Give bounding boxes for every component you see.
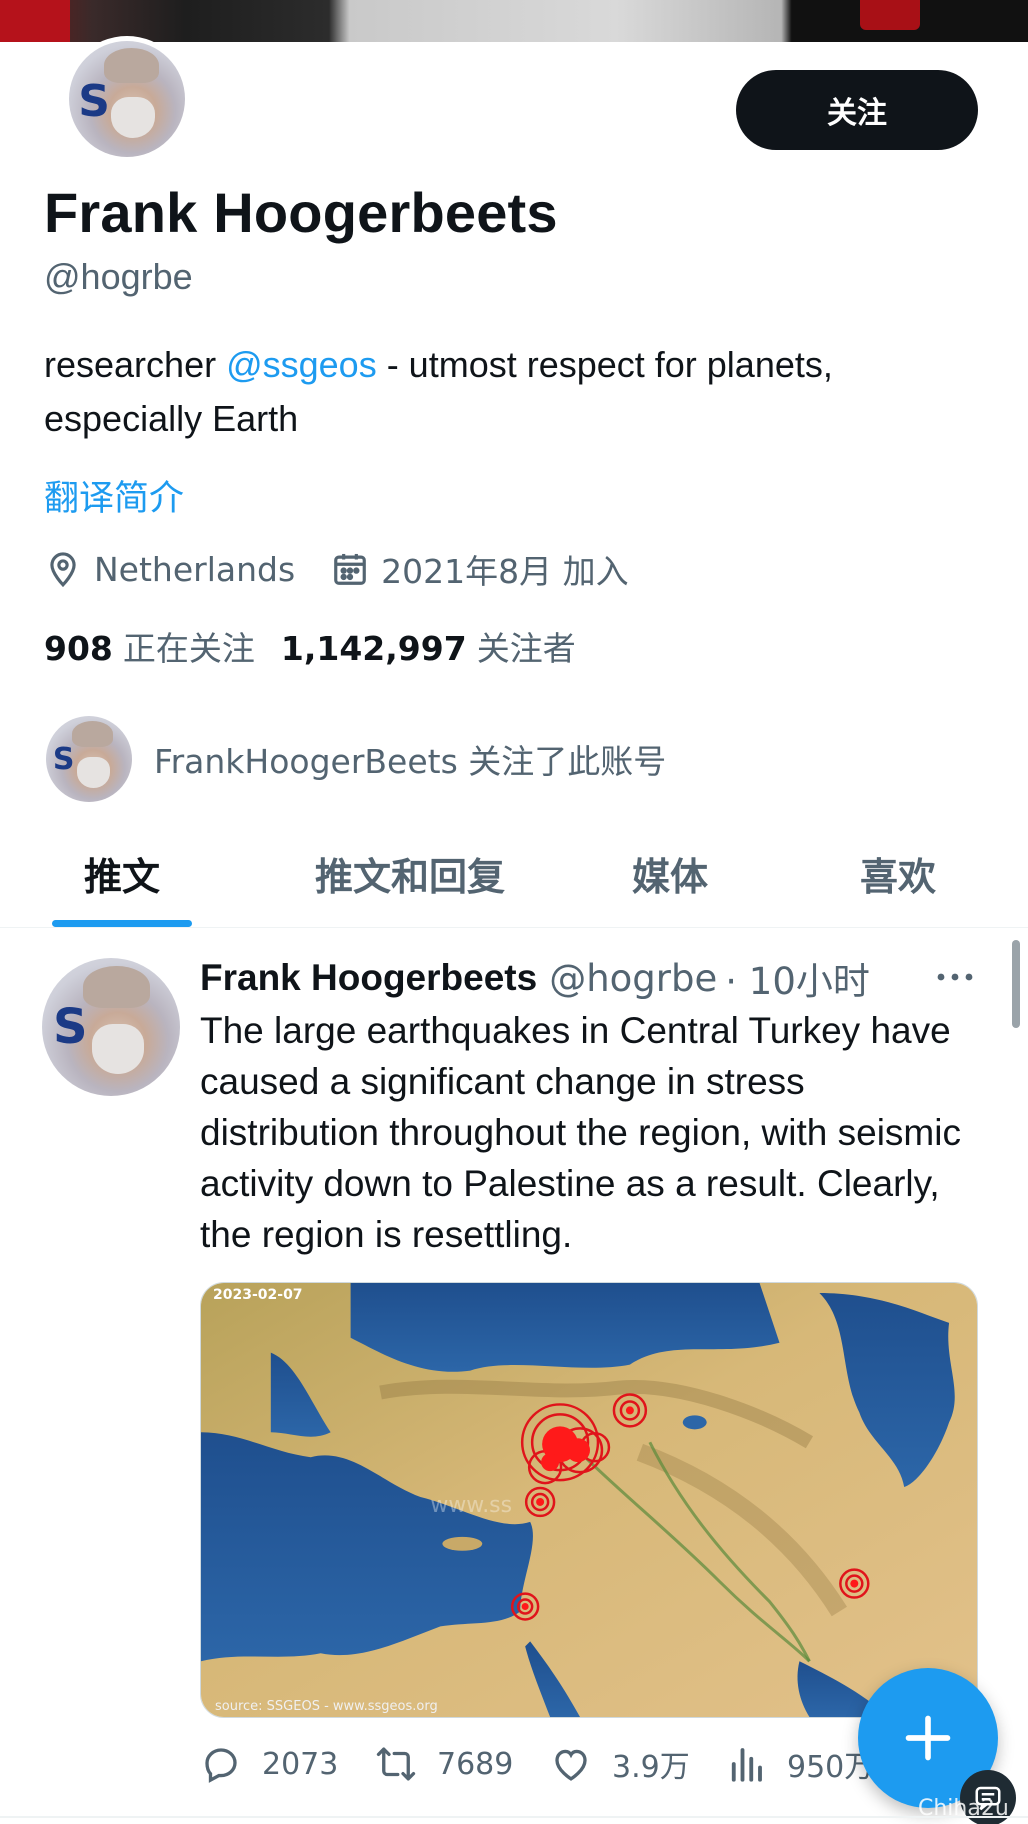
profile-avatar[interactable]: S [64,36,190,162]
tweet-avatar-beard [91,1024,145,1074]
heart-icon [555,1749,587,1781]
retweet-button[interactable]: 7689 [375,1743,550,1785]
location-text: Netherlands [94,549,296,589]
bio-mention-link[interactable]: @ssgeos [226,344,377,385]
following-label: 正在关注 [122,629,255,668]
following-count: 908 [44,629,113,668]
tab-tweets-and-replies[interactable]: 推文和回复 [300,818,520,928]
tweet-avatar-hair [83,966,150,1008]
joined-item: 2021年8月 加入 [331,545,629,593]
followed-by-text: FrankHoogerBeets 关注了此账号 [154,742,667,781]
followers-count: 1,142,997 [280,629,467,668]
like-button[interactable]: 3.9万 [550,1742,725,1786]
profile-name: Frank Hoogerbeets [44,181,558,244]
location-item: Netherlands [44,550,295,589]
retweet-count: 7689 [437,1746,514,1782]
follower-avatar-beard [76,757,110,789]
tweet-text: The large earthquakes in Central Turkey … [200,1010,961,1255]
profile-banner[interactable] [0,0,1028,42]
map-watermark: www.ss [430,1493,512,1518]
tweet-media-map[interactable]: www.ss 2023-02-07 source: SSGEOS - www.s… [200,1282,978,1718]
follow-stats: 908 正在关注 1,142,997 关注者 [44,622,602,670]
more-options-icon[interactable] [934,962,976,992]
profile-handle: @hogrbe [44,256,193,297]
avatar-hair [103,47,160,83]
retweet-icon [376,1747,416,1781]
avatar-beard [110,96,155,139]
tweet-header: Frank Hoogerbeets @hogrbe · 10小时 [200,950,1000,1006]
follower-avatar: S [46,716,132,802]
tweet-author-name[interactable]: Frank Hoogerbeets [200,957,537,999]
avatar-logo-letter: S [78,75,110,127]
followed-by-row[interactable]: S FrankHoogerBeets 关注了此账号 [46,716,666,802]
like-count: 3.9万 [612,1750,690,1785]
joined-text: 2021年8月 加入 [381,552,629,591]
profile-tabs: 推文 推文和回复 媒体 喜欢 [0,818,1028,928]
banner-red-logo [860,0,920,30]
tweet-avatar-letter: S [53,999,88,1056]
location-pin-icon [50,552,76,588]
tweet-timestamp[interactable]: · 10小时 [725,951,870,1005]
earthquake-map-image: www.ss [201,1283,977,1717]
reply-count: 2073 [262,1746,339,1782]
tweet-avatar-photo: S [42,958,180,1096]
follower-avatar-letter: S [52,741,75,777]
reply-icon [205,1748,237,1783]
tab-tweets[interactable]: 推文 [52,818,192,928]
scrollbar-thumb[interactable] [1012,940,1020,1028]
tweet-author-avatar[interactable]: S [42,958,180,1096]
analytics-icon [731,1748,762,1782]
translate-bio-link[interactable]: 翻译简介 [44,470,184,521]
active-tab-indicator [52,920,192,927]
follower-avatar-hair [71,721,114,747]
profile-bio: researcher @ssgeos - utmost respect for … [44,338,984,446]
avatar-photo: S [69,41,185,157]
map-source-label: source: SSGEOS - www.ssgeos.org [215,1699,438,1714]
banner-red-block [0,0,70,42]
following-link[interactable]: 908 正在关注 [44,622,255,670]
plus-icon [905,1715,951,1761]
bottom-divider [0,1816,1028,1818]
followers-label: 关注者 [476,629,576,668]
reply-button[interactable]: 2073 [200,1743,375,1785]
tab-likes[interactable]: 喜欢 [838,818,958,928]
bio-text-prefix: researcher [44,344,227,385]
follow-button[interactable]: 关注 [736,70,978,150]
followers-link[interactable]: 1,142,997 关注者 [281,622,576,670]
profile-meta: Netherlands 2021年8月 加入 [44,545,665,593]
tweet-author-handle[interactable]: @hogrbe [549,957,717,1000]
calendar-icon [334,553,367,585]
map-date-label: 2023-02-07 [213,1287,303,1303]
tweet-actions: 2073 7689 3.9万 950万 [200,1738,900,1790]
tab-media[interactable]: 媒体 [610,818,730,928]
follower-avatar-photo: S [46,716,132,802]
